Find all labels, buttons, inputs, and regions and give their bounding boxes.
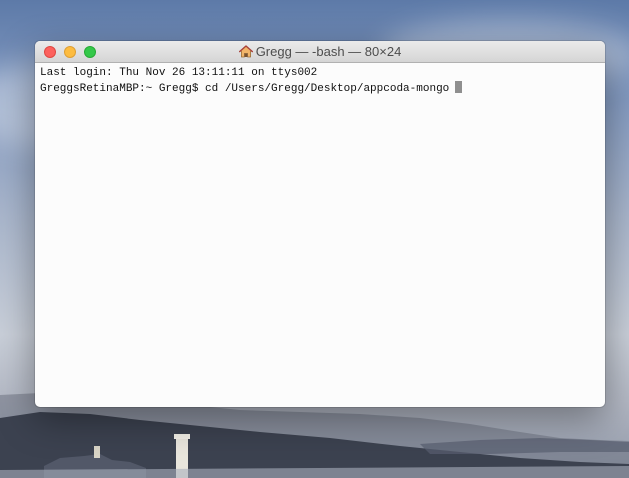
window-title: Gregg — -bash — 80×24 [35,44,605,62]
terminal-command-text: GreggsRetinaMBP:~ Gregg$ cd /Users/Gregg… [40,82,450,95]
window-title-text: Gregg — -bash — 80×24 [255,44,402,59]
window-titlebar[interactable]: Gregg — -bash — 80×24 [35,41,605,63]
terminal-output[interactable]: Last login: Thu Nov 26 13:11:11 on ttys0… [40,67,600,403]
terminal-line-prompt[interactable]: GreggsRetinaMBP:~ Gregg$ cd /Users/Gregg… [40,80,600,97]
terminal-window[interactable]: Gregg — -bash — 80×24 Last login: Thu No… [35,41,605,407]
text-cursor [455,80,463,93]
home-icon [238,45,253,62]
terminal-line-login: Last login: Thu Nov 26 13:11:11 on ttys0… [40,67,318,79]
